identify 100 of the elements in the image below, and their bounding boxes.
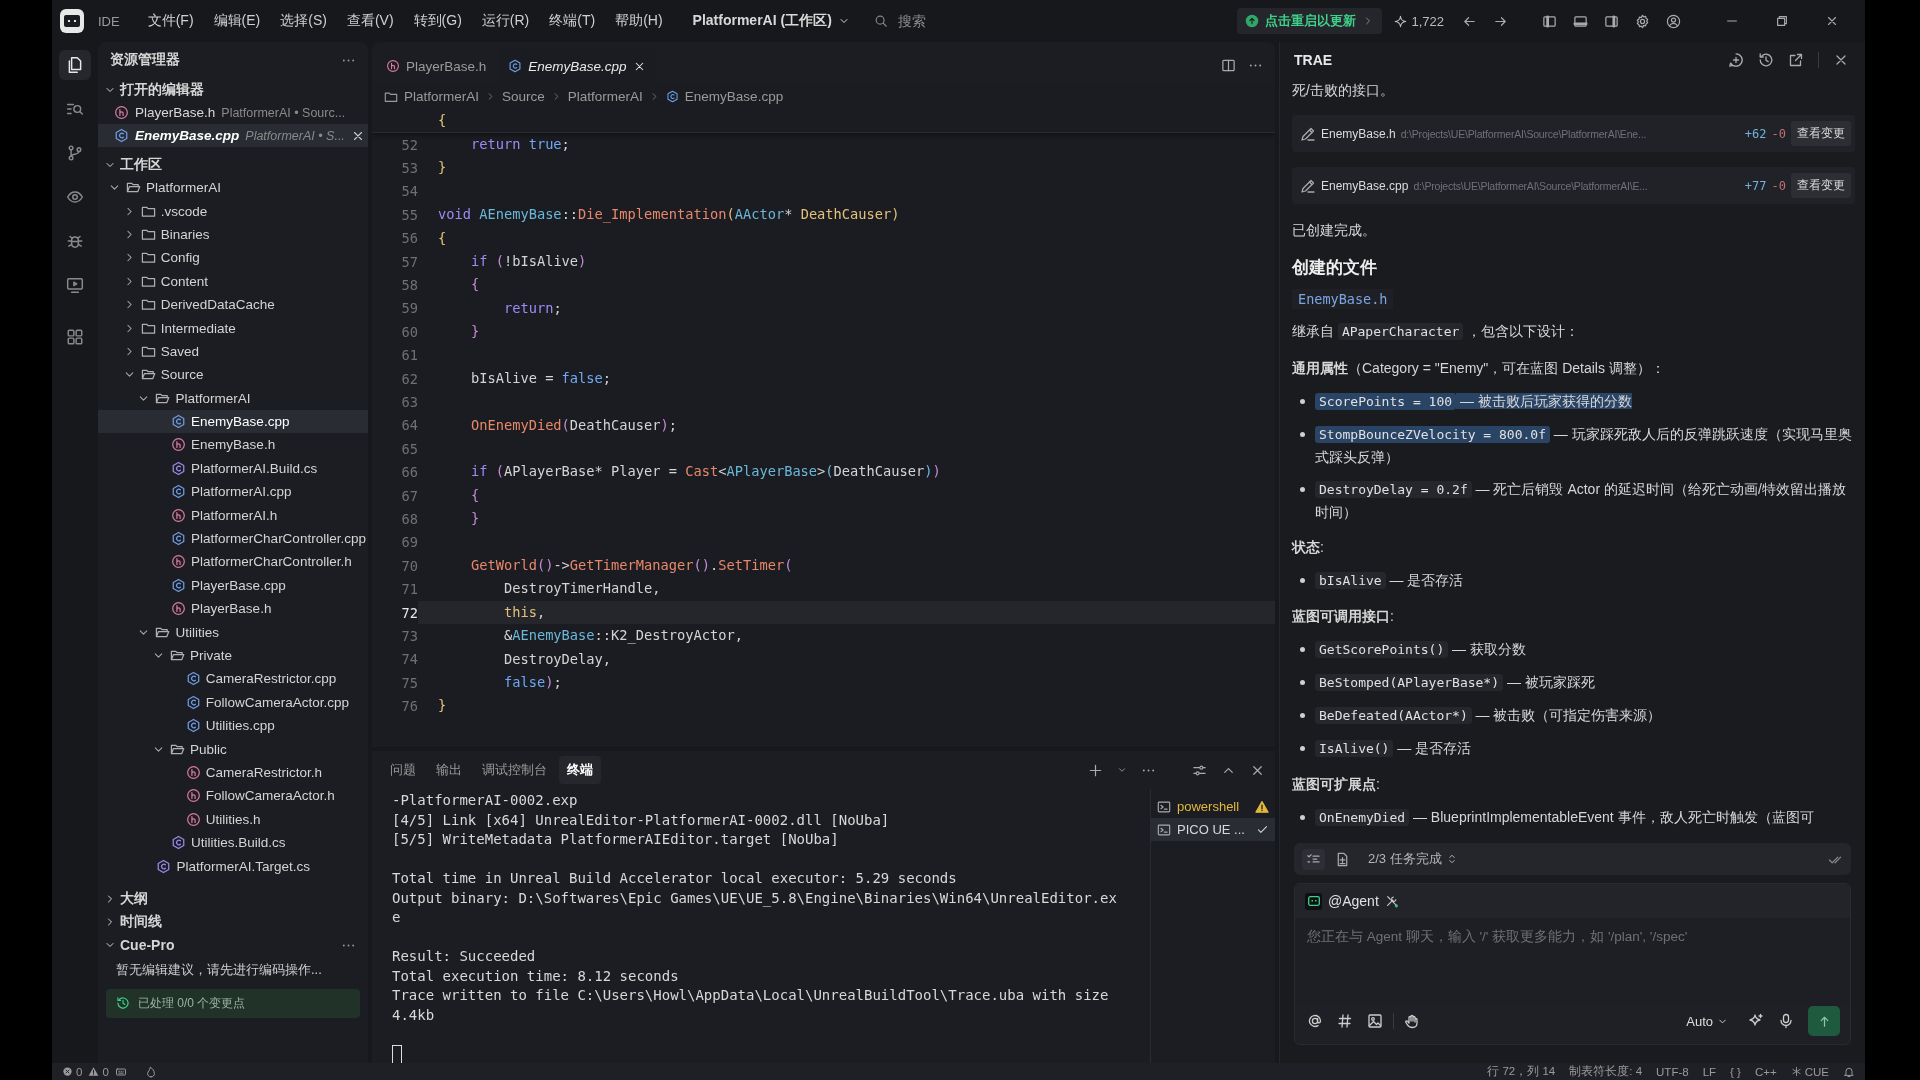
file-item[interactable]: PlatformerCharController.h bbox=[98, 550, 368, 574]
at-icon[interactable] bbox=[1307, 1013, 1323, 1029]
open-editor-item[interactable]: PlayerBase.h PlatformerAI • Sourc... bbox=[98, 101, 368, 124]
tools-icon[interactable] bbox=[1384, 894, 1399, 908]
folder-item[interactable]: Private bbox=[98, 643, 368, 668]
editor-tab[interactable]: PlayerBase.h bbox=[376, 49, 497, 83]
history-icon[interactable] bbox=[1758, 52, 1774, 68]
plus-icon[interactable] bbox=[1088, 762, 1103, 778]
folder-item[interactable]: Binaries bbox=[98, 222, 368, 247]
file-item[interactable]: Utilities.cpp bbox=[98, 714, 368, 738]
bell-icon[interactable] bbox=[1843, 1065, 1855, 1078]
files-icon[interactable] bbox=[59, 50, 91, 80]
tab-size[interactable]: 制表符长度: 4 bbox=[1569, 1064, 1643, 1079]
file-item[interactable]: Utilities.Build.cs bbox=[98, 830, 368, 855]
section-header[interactable]: 工作区 bbox=[98, 153, 368, 176]
menu-item[interactable]: 帮助(H) bbox=[607, 8, 671, 34]
agent-name[interactable]: @Agent bbox=[1328, 893, 1379, 909]
menu-item[interactable]: 编辑(E) bbox=[205, 8, 269, 34]
section-header[interactable]: Cue-Pro bbox=[98, 933, 175, 957]
folder-item[interactable]: Utilities bbox=[98, 620, 368, 644]
breadcrumb-item[interactable]: Source bbox=[502, 89, 545, 104]
hand-icon[interactable] bbox=[1404, 1013, 1420, 1029]
warning-count[interactable]: 0 bbox=[88, 1065, 109, 1078]
folder-item[interactable]: .vscode bbox=[98, 199, 368, 223]
hash-icon[interactable] bbox=[1337, 1013, 1353, 1029]
view-changes-button[interactable]: 查看变更 bbox=[1791, 121, 1851, 146]
error-count[interactable]: 0 bbox=[62, 1065, 83, 1078]
ports-icon[interactable] bbox=[114, 1065, 127, 1078]
file-item[interactable]: PlatformerCharController.cpp bbox=[98, 526, 368, 551]
file-item[interactable]: PlatformerAI.Target.cs bbox=[98, 854, 368, 878]
new-chat-icon[interactable] bbox=[1728, 52, 1744, 68]
menu-item[interactable]: 转到(G) bbox=[405, 8, 470, 34]
folder-item[interactable]: DerivedDataCache bbox=[98, 292, 368, 317]
folder-item[interactable]: PlatformerAI bbox=[98, 176, 368, 200]
folder-item[interactable]: Config bbox=[98, 246, 368, 270]
search-field[interactable]: 搜索 bbox=[895, 12, 1140, 30]
image-icon[interactable] bbox=[1367, 1013, 1383, 1029]
pop-out-icon[interactable] bbox=[1788, 52, 1804, 68]
cursor-position[interactable]: 行 72，列 14 bbox=[1487, 1064, 1556, 1079]
menu-item[interactable]: 选择(S) bbox=[272, 8, 335, 34]
file-item[interactable]: CameraRestrictor.cpp bbox=[98, 667, 368, 691]
microphone-icon[interactable] bbox=[1778, 1013, 1794, 1029]
settings-icon[interactable] bbox=[1635, 13, 1650, 29]
right-panel-toggle-icon[interactable] bbox=[1604, 13, 1619, 29]
language-mode[interactable]: C++ bbox=[1754, 1065, 1777, 1078]
chat-composer[interactable]: @Agent 您正在与 Agent 聊天，输入 '/' 获取更多能力，如 '/plan', '/spec' Auto bbox=[1294, 883, 1851, 1045]
file-item[interactable]: EnemyBase.cpp bbox=[98, 409, 368, 434]
task-progress-toggle[interactable]: 2/3 任务完成 bbox=[1368, 850, 1458, 868]
folder-item[interactable]: Saved bbox=[98, 339, 368, 364]
update-button[interactable]: 点击重启以更新 bbox=[1237, 8, 1383, 34]
menu-item[interactable]: 终端(T) bbox=[541, 8, 604, 34]
file-item[interactable]: PlayerBase.cpp bbox=[98, 573, 368, 598]
model-dropdown[interactable]: Auto bbox=[1680, 1012, 1734, 1030]
account-icon[interactable] bbox=[1666, 13, 1681, 29]
folder-item[interactable]: Public bbox=[98, 737, 368, 761]
document-icon[interactable] bbox=[1335, 851, 1350, 867]
csharp-file-icon bbox=[171, 835, 187, 851]
line-ending[interactable]: LF bbox=[1702, 1065, 1717, 1078]
folder-item[interactable]: Source bbox=[98, 363, 368, 387]
breadcrumb-item[interactable]: PlatformerAI bbox=[567, 89, 643, 104]
section-header[interactable]: 大纲 bbox=[98, 887, 368, 911]
section-header[interactable]: 打开的编辑器 bbox=[98, 78, 368, 101]
terminal-session[interactable]: PICO UE ... bbox=[1151, 818, 1275, 841]
menu-item[interactable]: 运行(R) bbox=[473, 8, 538, 34]
file-item[interactable]: PlatformerAI.Build.cs bbox=[98, 456, 368, 481]
folder-item[interactable]: PlatformerAI bbox=[98, 386, 368, 410]
send-button[interactable] bbox=[1808, 1006, 1840, 1036]
menu-item[interactable]: 文件(F) bbox=[139, 8, 202, 34]
cue-status[interactable]: CUE bbox=[1790, 1065, 1829, 1078]
credit-count[interactable]: 1,722 bbox=[1386, 13, 1452, 29]
terminal-session[interactable]: powershell bbox=[1151, 795, 1275, 818]
encoding[interactable]: UTF-8 bbox=[1656, 1065, 1689, 1078]
panel-tab[interactable]: 输出 bbox=[428, 756, 470, 784]
open-editor-item[interactable]: EnemyBase.cpp PlatformerAI • S... bbox=[98, 124, 368, 147]
file-item[interactable]: CameraRestrictor.h bbox=[98, 760, 368, 785]
breadcrumb-item[interactable]: EnemyBase.cpp bbox=[684, 89, 784, 104]
file-item[interactable]: PlatformerAI.h bbox=[98, 503, 368, 527]
panel-toggle-icon[interactable] bbox=[1573, 13, 1588, 29]
section-header[interactable]: 时间线 bbox=[98, 910, 368, 934]
split-editor-icon[interactable] bbox=[1221, 58, 1236, 73]
restore-icon[interactable] bbox=[1775, 14, 1789, 28]
panel-tab[interactable]: 问题 bbox=[382, 756, 424, 784]
file-item[interactable]: PlayerBase.h bbox=[98, 597, 368, 621]
breadcrumb-item[interactable]: PlatformerAI bbox=[404, 89, 480, 104]
file-item[interactable]: Utilities.h bbox=[98, 807, 368, 831]
view-changes-button[interactable]: 查看变更 bbox=[1791, 173, 1851, 198]
folder-item[interactable]: Content bbox=[98, 269, 368, 293]
panel-tab[interactable]: 调试控制台 bbox=[474, 756, 555, 784]
file-item[interactable]: EnemyBase.h bbox=[98, 433, 368, 457]
workspace-dropdown[interactable]: PlatformerAI (工作区) bbox=[682, 8, 860, 34]
caret-icon[interactable] bbox=[1117, 765, 1127, 775]
close-icon[interactable] bbox=[1825, 14, 1839, 28]
file-item[interactable]: FollowCameraActor.h bbox=[98, 784, 368, 808]
folder-item[interactable]: Intermediate bbox=[98, 316, 368, 340]
braces-indicator[interactable]: { } bbox=[1730, 1065, 1741, 1078]
menu-item[interactable]: 查看(V) bbox=[338, 8, 402, 34]
file-item[interactable]: FollowCameraActor.cpp bbox=[98, 690, 368, 714]
panel-tab[interactable]: 终端 bbox=[559, 756, 601, 784]
file-item[interactable]: PlatformerAI.cpp bbox=[98, 480, 368, 504]
sidebar-toggle-icon[interactable] bbox=[1542, 13, 1557, 29]
